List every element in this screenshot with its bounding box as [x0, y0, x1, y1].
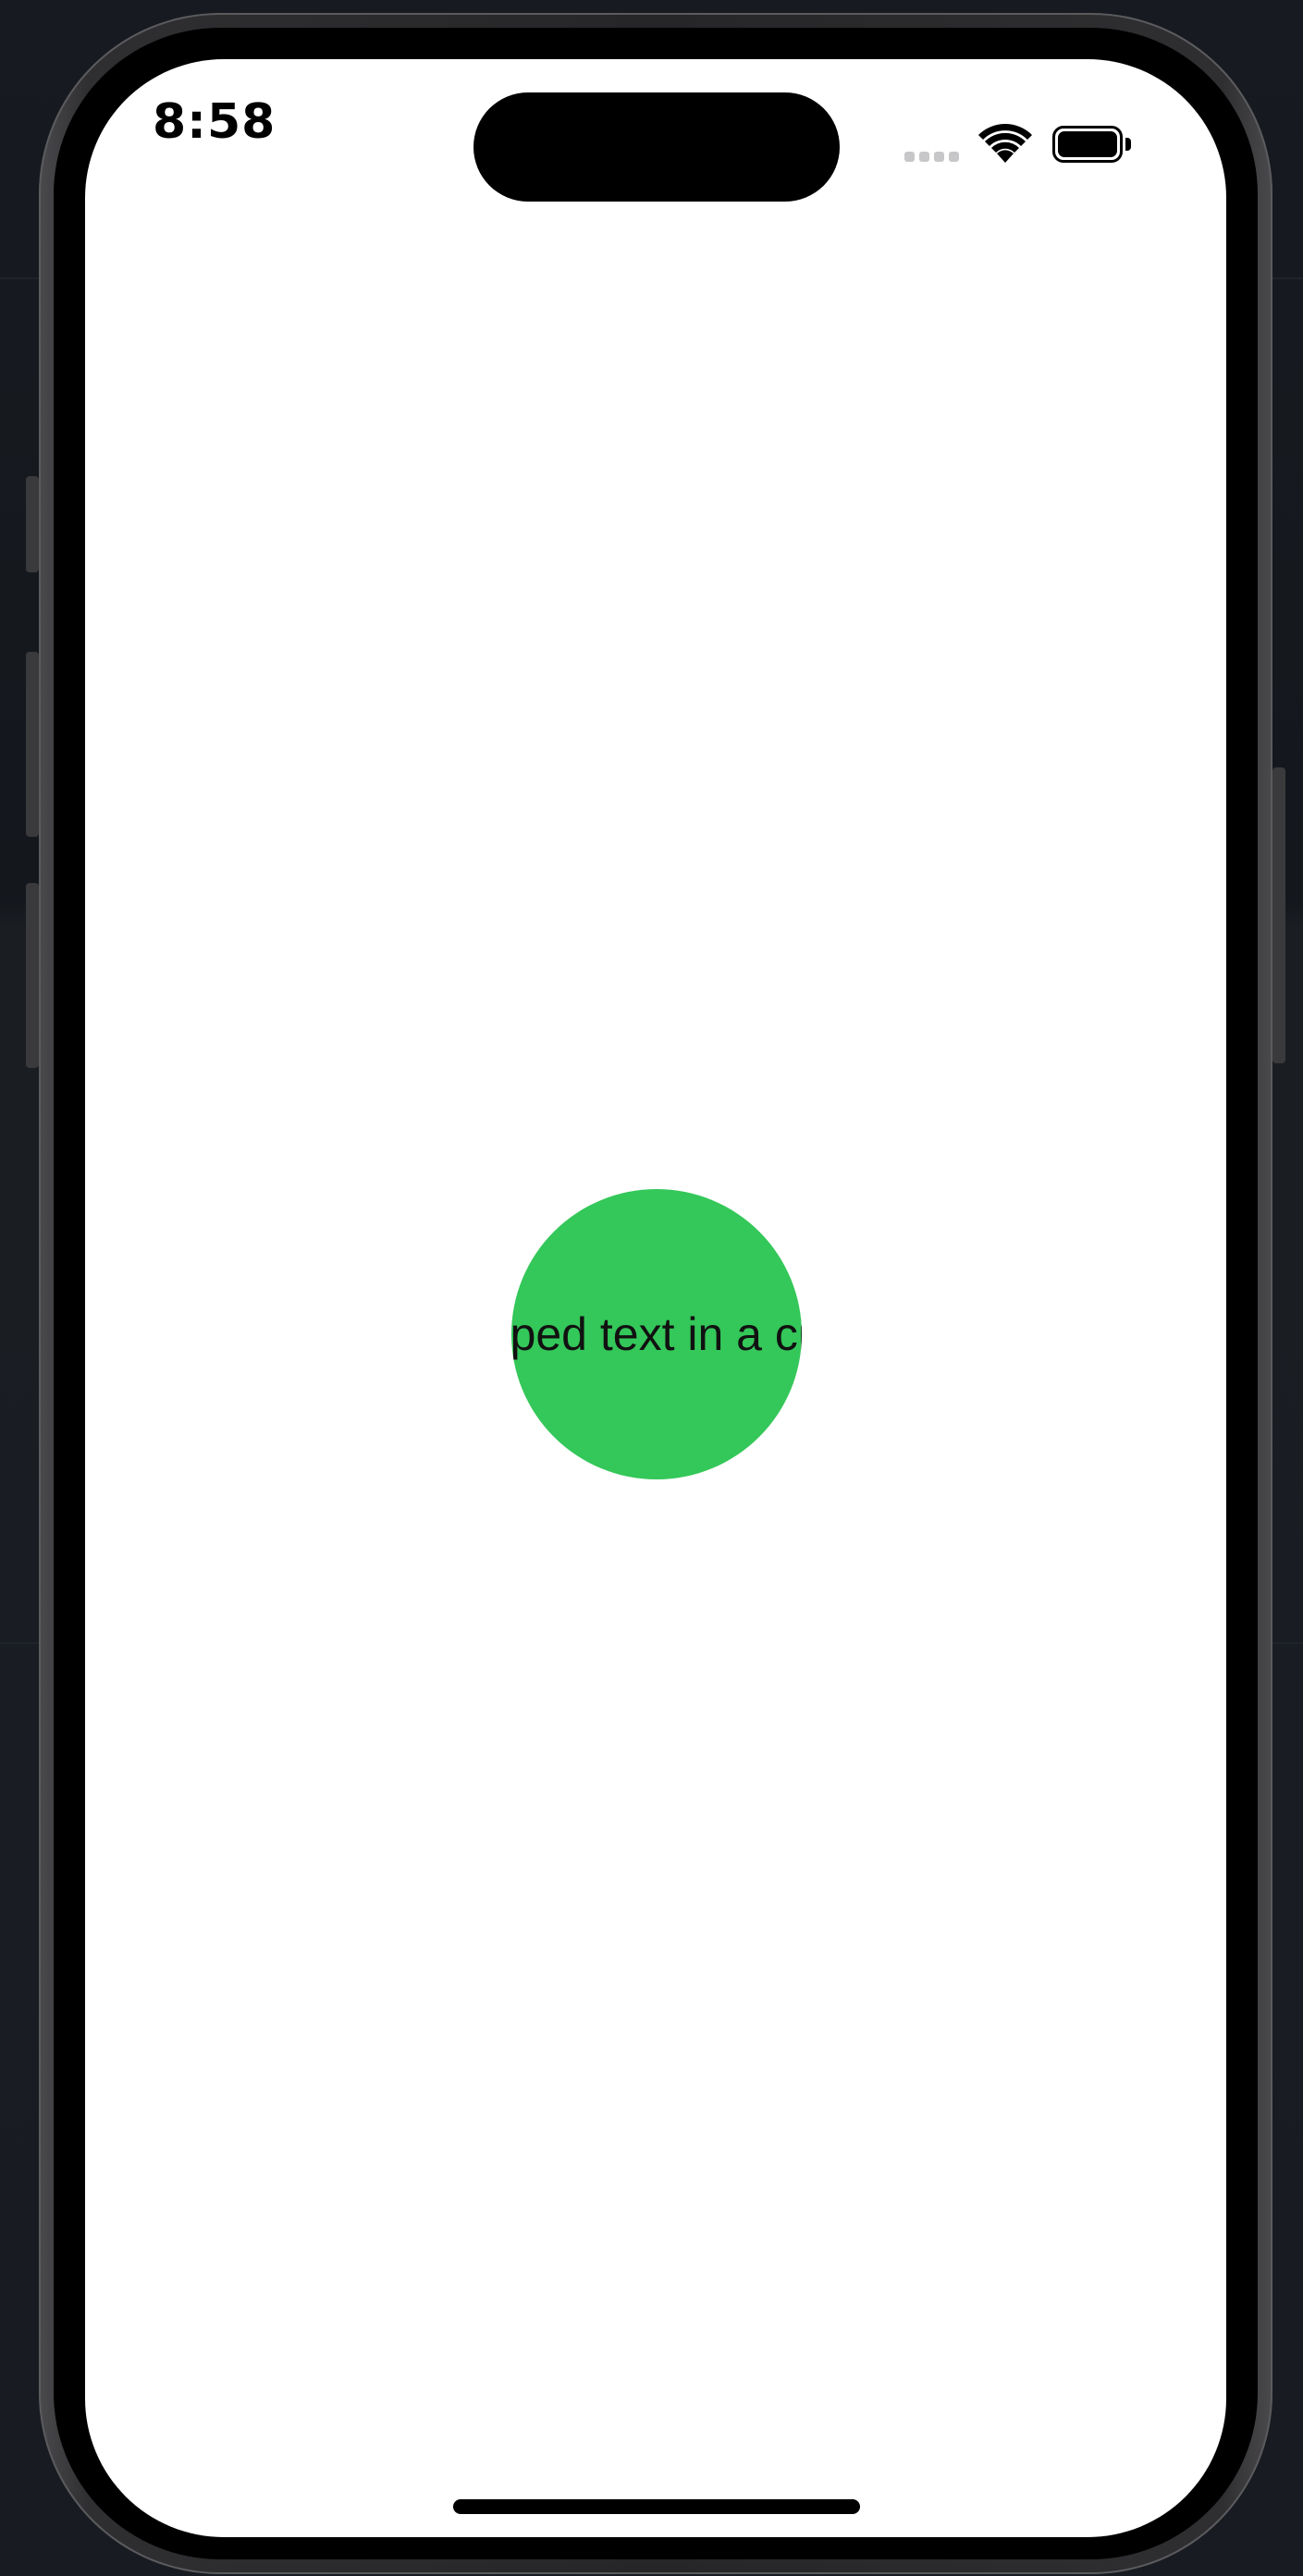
volume-down-button [26, 883, 39, 1068]
green-circle: Clipped text in a circle [511, 1189, 802, 1479]
cellular-signal-icon [904, 152, 962, 165]
desktop-background: 8:58 Clipped text in a circle [0, 0, 1303, 2576]
clipped-circle-text: Clipped text in a circle [511, 1308, 802, 1360]
power-button [1272, 767, 1285, 1063]
status-bar-time: 8:58 [153, 94, 277, 150]
battery-icon [1052, 126, 1134, 165]
home-indicator[interactable] [453, 2499, 860, 2514]
volume-up-button [26, 652, 39, 837]
wifi-icon [978, 124, 1032, 163]
dynamic-island [473, 92, 840, 202]
action-button [26, 476, 39, 572]
